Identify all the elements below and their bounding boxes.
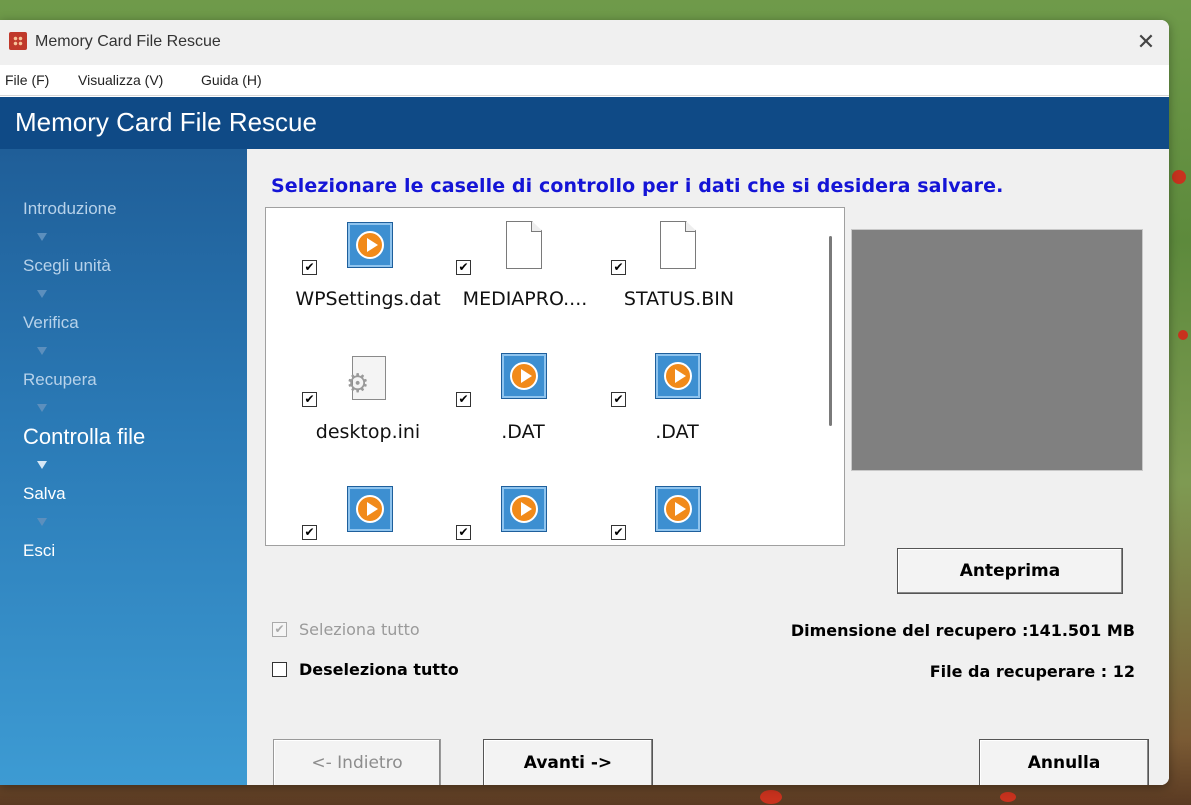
files-to-recover-text: File da recuperare : 12 (929, 662, 1135, 681)
step-exit: Esci (23, 541, 56, 560)
step-check-files: Controlla file (23, 424, 146, 449)
file-checkbox[interactable]: ✔ (611, 260, 626, 275)
app-window: Memory Card File Rescue ✕ File (F) Visua… (0, 20, 1169, 785)
file-name[interactable]: desktop.ini (293, 421, 443, 443)
file-name[interactable]: .DAT (448, 421, 598, 443)
menu-file[interactable]: File (F) (5, 72, 49, 88)
menu-view[interactable]: Visualizza (V) (78, 72, 163, 88)
file-name[interactable]: STATUS.BIN (604, 288, 754, 310)
media-file-icon[interactable] (347, 486, 393, 532)
media-file-icon[interactable] (655, 486, 701, 532)
step-arrow-icon (37, 518, 47, 526)
header-band: Memory Card File Rescue (0, 97, 1169, 149)
background-flower (1172, 170, 1186, 184)
step-choose-drive: Scegli unità (23, 256, 111, 275)
file-checkbox[interactable]: ✔ (456, 392, 471, 407)
background-flower (1000, 792, 1016, 802)
preview-pane (851, 229, 1143, 471)
back-button[interactable]: <- Indietro (273, 739, 441, 785)
step-scan: Verifica (23, 313, 79, 332)
file-checkbox[interactable]: ✔ (302, 260, 317, 275)
media-file-icon[interactable] (347, 222, 393, 268)
step-arrow-icon (37, 404, 47, 412)
deselect-all-checkbox[interactable] (272, 662, 287, 677)
file-checkbox[interactable]: ✔ (456, 525, 471, 540)
background-flower (1178, 330, 1188, 340)
file-name[interactable]: WPSettings.dat (293, 288, 443, 310)
step-recover: Recupera (23, 370, 97, 389)
document-icon[interactable] (660, 221, 696, 269)
file-name[interactable]: MEDIAPRO.... (450, 288, 600, 310)
file-checkbox[interactable]: ✔ (611, 392, 626, 407)
step-arrow-icon (37, 290, 47, 298)
next-button[interactable]: Avanti -> (483, 739, 653, 785)
instruction-text: Selezionare le caselle di controllo per … (271, 175, 1004, 197)
media-file-icon[interactable] (501, 353, 547, 399)
file-list[interactable]: ✔ WPSettings.dat ✔ MEDIAPRO.... ✔ STATUS… (265, 207, 845, 546)
file-checkbox[interactable]: ✔ (302, 525, 317, 540)
window-title: Memory Card File Rescue (35, 33, 221, 50)
select-all-label[interactable]: Seleziona tutto (299, 620, 420, 639)
cancel-button[interactable]: Annulla (979, 739, 1149, 785)
step-introduction: Introduzione (23, 199, 117, 218)
menu-help[interactable]: Guida (H) (201, 72, 262, 88)
main-content: Selezionare le caselle di controllo per … (247, 149, 1169, 785)
preview-button[interactable]: Anteprima (897, 548, 1123, 594)
step-arrow-icon (37, 347, 47, 355)
step-arrow-icon (37, 461, 47, 469)
background-flower (760, 790, 782, 804)
recovery-size-text: Dimensione del recupero :141.501 MB (790, 621, 1135, 640)
header-title: Memory Card File Rescue (15, 107, 317, 137)
step-arrow-icon (37, 233, 47, 241)
settings-file-icon[interactable] (346, 356, 386, 400)
media-file-icon[interactable] (655, 353, 701, 399)
file-list-scrollbar[interactable] (829, 236, 832, 426)
file-checkbox[interactable]: ✔ (456, 260, 471, 275)
file-checkbox[interactable]: ✔ (611, 525, 626, 540)
deselect-all-label[interactable]: Deseleziona tutto (299, 660, 459, 679)
select-all-checkbox[interactable]: ✔ (272, 622, 287, 637)
close-button[interactable]: ✕ (1123, 20, 1169, 65)
document-icon[interactable] (506, 221, 542, 269)
step-save: Salva (23, 484, 66, 503)
menu-bar: File (F) Visualizza (V) Guida (H) (0, 65, 1169, 96)
file-name[interactable]: .DAT (602, 421, 752, 443)
media-file-icon[interactable] (501, 486, 547, 532)
app-logo-icon (9, 32, 27, 50)
title-bar[interactable]: Memory Card File Rescue ✕ (0, 20, 1169, 65)
wizard-steps-sidebar: Introduzione Scegli unità Verifica Recup… (0, 149, 247, 785)
file-checkbox[interactable]: ✔ (302, 392, 317, 407)
